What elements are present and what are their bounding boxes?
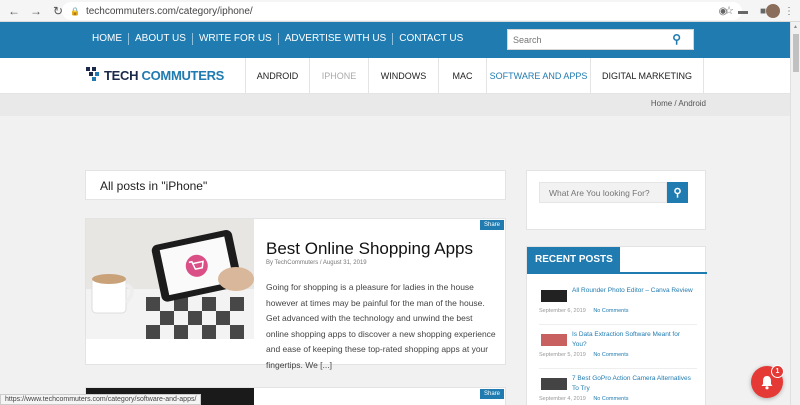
share-button[interactable]: Share (479, 220, 504, 230)
recent-post-thumbnail[interactable] (541, 290, 567, 302)
sidebar-search-field (539, 182, 667, 203)
recent-post-title[interactable]: 7 Best GoPro Action Camera Alternatives … (572, 374, 694, 394)
bell-icon (761, 375, 773, 389)
recent-post-comments[interactable]: No Comments (593, 352, 628, 358)
sidebar-search-widget: ⚲ (526, 170, 706, 230)
topnav-about-us[interactable]: ABOUT US (129, 33, 193, 45)
post-excerpt: Going for shopping is a pleasure for lad… (266, 282, 496, 370)
category-mac[interactable]: MAC (438, 58, 486, 94)
category-windows[interactable]: WINDOWS (368, 58, 438, 94)
forward-icon[interactable]: → (28, 3, 44, 19)
archive-heading-box: All posts in "iPhone" (85, 170, 506, 200)
recent-posts-widget: RECENT POSTS All Rounder Photo Editor – … (526, 246, 707, 405)
top-bar: HOME ABOUT US WRITE FOR US ADVERTISE WIT… (0, 22, 800, 58)
scroll-up-arrow-icon[interactable]: ▲ (793, 24, 798, 30)
list-item: All Rounder Photo Editor – Canva Review … (539, 283, 697, 325)
category-software-and-apps[interactable]: SOFTWARE AND APPS (486, 58, 590, 94)
recent-post-comments[interactable]: No Comments (593, 308, 628, 314)
recent-post-date: September 6, 2019 (539, 308, 586, 314)
logo-mark-icon (86, 67, 102, 83)
topnav-home[interactable]: HOME (86, 33, 129, 45)
page-scrollbar[interactable]: ▲ (790, 22, 800, 405)
browser-toolbar: ← → ↻ 🔒 techcommuters.com/category/iphon… (0, 0, 800, 22)
recent-post-comments[interactable]: No Comments (593, 396, 628, 402)
post-title[interactable]: Best Online Shopping Apps (266, 239, 473, 259)
breadcrumb[interactable]: Home / Android (651, 99, 706, 108)
post-card: Share Best Online Shopping Apps By TechC… (85, 218, 506, 370)
extension-icon[interactable]: ▬ (736, 4, 750, 18)
list-item: 7 Best GoPro Action Camera Alternatives … (539, 371, 697, 405)
topnav-write-for-us[interactable]: WRITE FOR US (193, 33, 279, 45)
logo-text-commuters: COMMUTERS (141, 67, 225, 83)
profile-avatar[interactable] (766, 4, 780, 18)
sidebar-search-input[interactable] (540, 183, 666, 203)
notification-count-badge: 1 (771, 365, 784, 378)
post-meta: By TechCommuters / August 31, 2019 (266, 260, 367, 266)
recent-post-meta: September 4, 2019 No Comments (539, 396, 628, 402)
logo-text: TECH COMMUTERS (104, 68, 224, 83)
back-icon[interactable]: ← (6, 3, 22, 19)
search-icon[interactable]: ⚲ (672, 32, 681, 46)
list-item: Is Data Extraction Software Meant for Yo… (539, 327, 697, 369)
logo-text-tech: TECH (104, 67, 139, 83)
menu-kebab-icon[interactable]: ⋮ (782, 4, 796, 18)
category-digital-marketing[interactable]: DIGITAL MARKETING (590, 58, 704, 94)
scrollbar-thumb[interactable] (793, 34, 799, 72)
sidebar-search-button[interactable]: ⚲ (667, 182, 688, 203)
site-logo[interactable]: TECH COMMUTERS (86, 67, 224, 83)
recent-post-meta: September 5, 2019 No Comments (539, 352, 628, 358)
link-status-url: https://www.techcommuters.com/category/s… (0, 394, 202, 405)
notification-bell-button[interactable]: 1 (751, 365, 784, 398)
recent-post-thumbnail[interactable] (541, 334, 567, 346)
share-button[interactable]: Share (479, 389, 504, 399)
recent-post-date: September 4, 2019 (539, 396, 586, 402)
category-android[interactable]: ANDROID (245, 58, 309, 94)
topnav-advertise-with-us[interactable]: ADVERTISE WITH US (279, 33, 394, 45)
recent-post-date: September 5, 2019 (539, 352, 586, 358)
site-header: TECH COMMUTERS ANDROID IPHONE WINDOWS MA… (0, 58, 790, 94)
search-icon: ⚲ (673, 187, 682, 199)
top-navigation: HOME ABOUT US WRITE FOR US ADVERTISE WIT… (86, 33, 469, 45)
category-nav: ANDROID IPHONE WINDOWS MAC SOFTWARE AND … (245, 58, 704, 94)
recent-post-title[interactable]: Is Data Extraction Software Meant for Yo… (572, 330, 694, 350)
top-search-box: ⚲ (507, 29, 694, 50)
page-title: All posts in "iPhone" (100, 179, 208, 193)
recent-posts-divider (527, 272, 707, 274)
address-bar[interactable]: 🔒 techcommuters.com/category/iphone/ ☆ (62, 2, 742, 20)
camera-extension-icon[interactable]: ◉ (716, 4, 730, 18)
recent-posts-title: RECENT POSTS (527, 247, 620, 272)
category-iphone[interactable]: IPHONE (309, 58, 368, 94)
breadcrumb-bar: Home / Android (0, 94, 790, 116)
top-search-input[interactable] (508, 30, 658, 50)
recent-post-thumbnail[interactable] (541, 378, 567, 390)
lock-icon: 🔒 (70, 6, 80, 16)
topnav-contact-us[interactable]: CONTACT US (393, 33, 469, 45)
address-url: techcommuters.com/category/iphone/ (85, 5, 253, 17)
recent-post-title[interactable]: All Rounder Photo Editor – Canva Review (572, 286, 694, 296)
recent-post-meta: September 6, 2019 No Comments (539, 308, 628, 314)
post-thumbnail[interactable] (86, 219, 254, 339)
